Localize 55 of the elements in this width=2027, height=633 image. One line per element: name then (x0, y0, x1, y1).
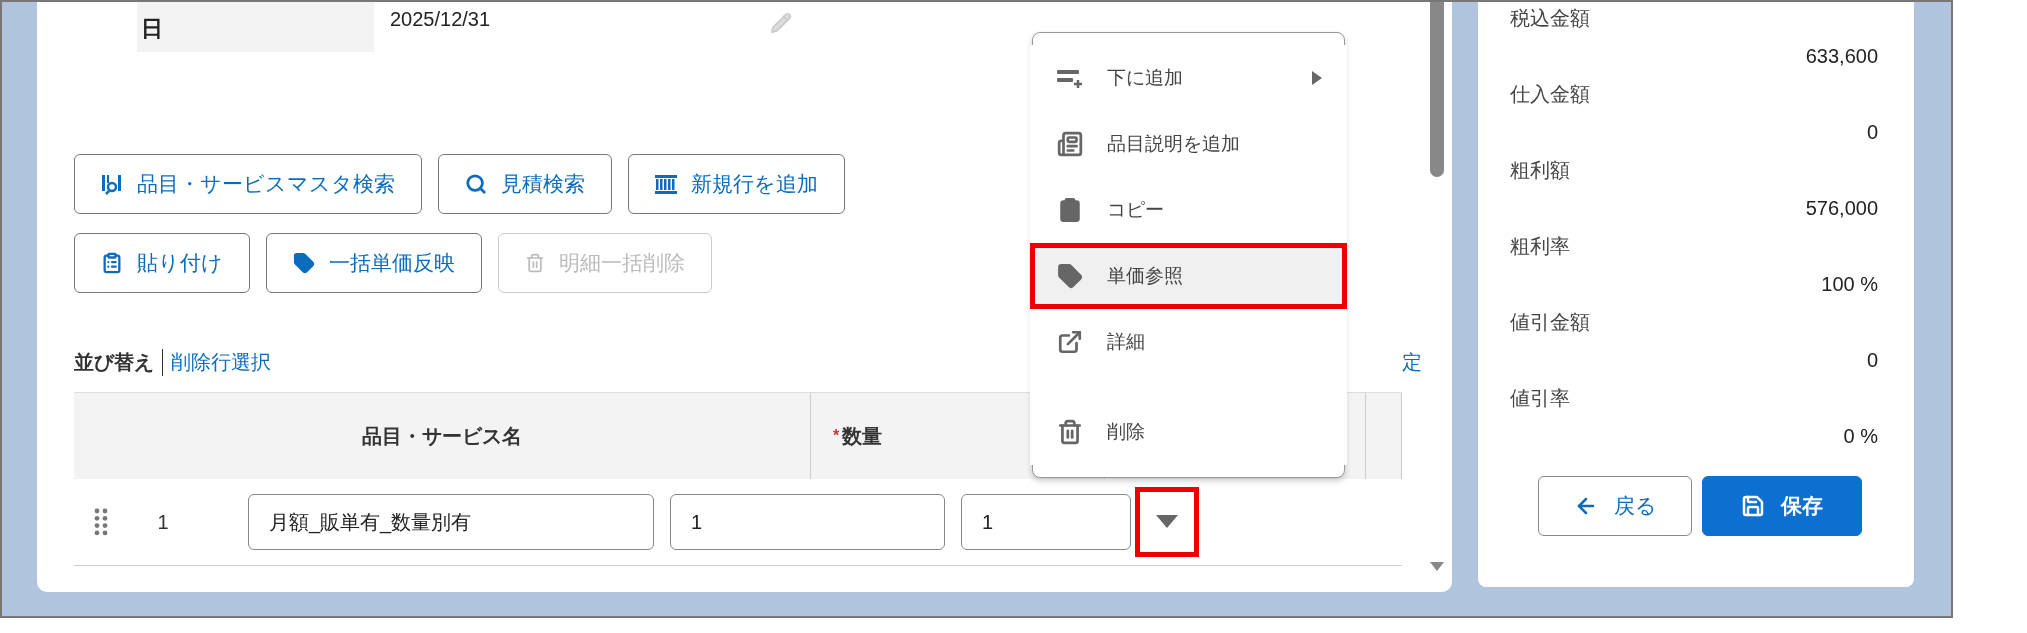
summary-label: 仕入金額 (1510, 84, 1591, 104)
trash-icon (525, 253, 545, 273)
summary-value: 100 % (1820, 274, 1878, 294)
back-button[interactable]: 戻る (1538, 476, 1692, 536)
delete-select-link[interactable]: 削除行選択 (171, 348, 271, 376)
clipboard-icon (1057, 197, 1083, 223)
trash-icon (1057, 419, 1083, 445)
scrollbar-thumb[interactable] (1430, 2, 1444, 177)
quantity-field[interactable]: 1 (670, 494, 945, 550)
item-name-field[interactable]: 月額_販単有_数量別有 (248, 494, 654, 550)
menu-item[interactable]: 品目説明を追加 (1030, 111, 1347, 177)
summary-value: 633,600 (1804, 46, 1878, 66)
columns-icon (655, 174, 677, 194)
required-mark: * (832, 427, 840, 445)
caret-icon (1156, 515, 1178, 529)
search-icon (465, 173, 487, 195)
toolbar-button[interactable]: 貼り付け (74, 233, 250, 293)
save-button[interactable]: 保存 (1702, 476, 1862, 536)
column-title: 品目・サービス名 (361, 423, 522, 449)
toolbar-button[interactable]: 新規行を追加 (628, 154, 845, 214)
description-icon (1057, 131, 1083, 157)
summary-value: 0 (1865, 350, 1878, 370)
summary-value: 576,000 (1804, 198, 1878, 218)
row-number: 1 (156, 510, 170, 534)
input-field[interactable]: 1 (961, 494, 1131, 550)
summary-label: 税込金額 (1510, 8, 1591, 28)
toolbar-button[interactable]: 見積検索 (438, 154, 612, 214)
sort-label[interactable]: 並び替え (74, 348, 163, 376)
menu-item[interactable]: 下に追加 (1030, 45, 1347, 111)
drag-handle-icon[interactable] (94, 508, 108, 536)
row-menu-button[interactable] (1135, 487, 1199, 557)
summary-value: 0 (1865, 122, 1878, 142)
settings-link[interactable]: 定 (1402, 348, 1422, 376)
field-value: 2025/12/31 (390, 8, 492, 31)
summary-label: 粗利額 (1510, 160, 1571, 180)
toolbar-button[interactable]: 一括単価反映 (266, 233, 482, 293)
menu-item[interactable]: コピー (1030, 177, 1347, 243)
summary-label: 粗利率 (1510, 236, 1571, 256)
menu-item[interactable]: 詳細 (1030, 309, 1347, 375)
menu-item[interactable]: 削除 (1030, 375, 1347, 465)
add-row-icon (1057, 67, 1083, 89)
summary-label: 値引率 (1510, 388, 1571, 408)
external-link-icon (1057, 329, 1083, 355)
toolbar-button[interactable]: 品目・サービスマスタ検索 (74, 154, 422, 214)
scroll-down-icon[interactable] (1430, 562, 1444, 572)
tag-icon (1057, 263, 1083, 289)
field-label: 日 (137, 2, 374, 52)
save-icon (1741, 494, 1765, 518)
catalog-search-icon (101, 173, 123, 195)
tag-icon (293, 252, 315, 274)
summary-label: 値引金額 (1510, 312, 1591, 332)
summary-value: 0 % (1842, 426, 1878, 446)
menu-item[interactable]: 単価参照 (1030, 243, 1347, 309)
clipboard-icon (101, 252, 123, 274)
column-title: 数量 (842, 423, 883, 449)
